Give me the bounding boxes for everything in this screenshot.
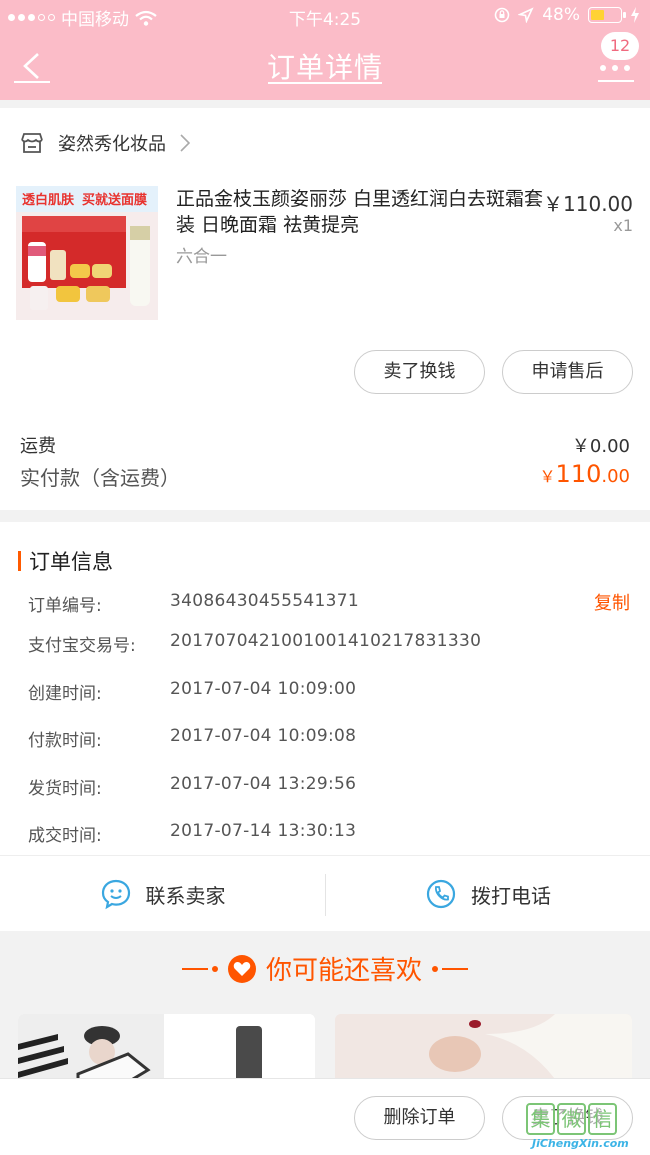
location-arrow-icon <box>518 7 534 23</box>
recommend-heading: 你可能还喜欢 <box>0 950 650 987</box>
order-info-card: 订单信息 复制 订单编号: 34086430455541371 支付宝交易号: … <box>0 522 650 855</box>
product-price: ￥110.00 <box>543 192 633 216</box>
copy-order-number-button[interactable]: 复制 <box>594 589 630 615</box>
product-image[interactable]: 透白肌肤 买就送面膜 <box>16 186 158 320</box>
contact-seller-label: 联系卖家 <box>145 883 226 908</box>
watermark-url: JiChengXin.com <box>532 1137 629 1150</box>
shop-row[interactable]: 姿然秀化妆品 <box>20 130 190 156</box>
info-row-shipped-time: 发货时间: 2017-07-04 13:29:56 <box>28 774 356 799</box>
watermark-char: 集 <box>526 1103 555 1135</box>
bottom-action-bar: 删除订单 卖了换钱 集 微 信 JiChengXin.com <box>0 1078 650 1155</box>
info-value: 34086430455541371 <box>170 591 359 611</box>
sell-for-cash-button[interactable]: 卖了换钱 <box>354 350 485 394</box>
delete-order-button[interactable]: 删除订单 <box>354 1096 485 1140</box>
message-count-badge[interactable]: 12 <box>601 32 639 60</box>
order-info-title: 订单信息 <box>29 550 113 574</box>
status-right: 48% <box>494 5 640 25</box>
info-row-paid-time: 付款时间: 2017-07-04 10:09:08 <box>28 726 356 751</box>
info-value: 2017-07-04 13:29:56 <box>170 774 357 794</box>
info-key: 发货时间: <box>28 779 102 799</box>
more-underline <box>598 80 634 82</box>
paid-amount-integer: 110 <box>555 460 602 488</box>
header-bar: 中国移动 下午4:25 48% 订单详情 12 <box>0 0 650 100</box>
heart-icon <box>227 954 256 983</box>
info-value: 2017-07-04 10:09:08 <box>170 726 357 746</box>
shop-name[interactable]: 姿然秀化妆品 <box>58 130 166 156</box>
contact-card: 联系卖家 拨打电话 <box>0 855 650 931</box>
phone-icon <box>426 879 456 909</box>
battery-percent: 48% <box>542 5 580 25</box>
info-key: 付款时间: <box>28 731 102 751</box>
info-row-order-number: 订单编号: 34086430455541371 <box>28 591 359 616</box>
watermark-chars: 集 微 信 <box>526 1103 644 1137</box>
paid-currency-symbol: ￥ <box>539 467 556 486</box>
store-icon <box>21 133 43 153</box>
title-underline <box>268 82 382 84</box>
info-row-alipay-trade-number: 支付宝交易号: 2017070421001001410217831330 <box>28 631 481 656</box>
info-value: 2017-07-14 13:30:13 <box>170 821 357 841</box>
paid-amount-value: ￥110.00 <box>540 460 630 488</box>
status-bar: 中国移动 下午4:25 48% <box>0 0 650 32</box>
watermark-logo: 集 微 信 JiChengXin.com <box>526 1099 646 1151</box>
shipping-fee-value: ￥0.00 <box>571 436 630 457</box>
rotation-lock-icon <box>494 7 510 23</box>
after-sale-button[interactable]: 申请售后 <box>502 350 633 394</box>
battery-icon <box>588 7 626 23</box>
info-key: 创建时间: <box>28 684 102 704</box>
product-title[interactable]: 正品金枝玉颜姿丽莎 白里透红润白去斑霜套装 日晚面霜 祛黄提亮 <box>176 186 546 238</box>
product-photo: 透白肌肤 买就送面膜 <box>16 186 158 320</box>
info-value: 2017-07-04 10:09:00 <box>170 679 357 699</box>
info-row-created-time: 创建时间: 2017-07-04 10:09:00 <box>28 679 356 704</box>
call-phone-button[interactable]: 拨打电话 <box>326 856 650 932</box>
product-variant: 六合一 <box>176 247 227 267</box>
heading-accent-bar <box>18 551 21 571</box>
recommend-title: 你可能还喜欢 <box>265 956 422 986</box>
info-row-completed-time: 成交时间: 2017-07-14 13:30:13 <box>28 821 356 846</box>
paid-amount-decimal: .00 <box>601 466 630 487</box>
watermark-char: 信 <box>588 1103 617 1135</box>
info-value: 2017070421001001410217831330 <box>170 631 482 651</box>
banner-right-text: 买就送面膜 <box>82 192 147 208</box>
info-key: 订单编号: <box>28 596 102 616</box>
watermark-char: 微 <box>557 1103 586 1135</box>
chevron-right-icon <box>180 134 190 152</box>
product-card: 姿然秀化妆品 透白肌肤 买就送面膜 正品金枝玉颜姿丽莎 白里透红润白去斑霜套装 … <box>0 108 650 510</box>
page-title: 订单详情 <box>266 51 383 84</box>
charging-icon <box>631 7 639 23</box>
call-phone-label: 拨打电话 <box>471 883 551 908</box>
contact-seller-button[interactable]: 联系卖家 <box>0 856 325 932</box>
shipping-fee-label: 运费 <box>20 436 56 457</box>
more-icon[interactable] <box>600 65 630 71</box>
info-key: 成交时间: <box>28 826 102 846</box>
banner-left-text: 透白肌肤 <box>22 192 75 208</box>
heading-left-ornament <box>181 965 218 972</box>
product-quantity: x1 <box>613 216 633 235</box>
chat-bubble-icon <box>101 879 130 910</box>
info-key: 支付宝交易号: <box>28 636 136 656</box>
order-info-heading: 订单信息 <box>18 546 113 576</box>
heading-right-ornament <box>432 965 468 972</box>
paid-amount-label: 实付款（含运费） <box>20 466 180 490</box>
